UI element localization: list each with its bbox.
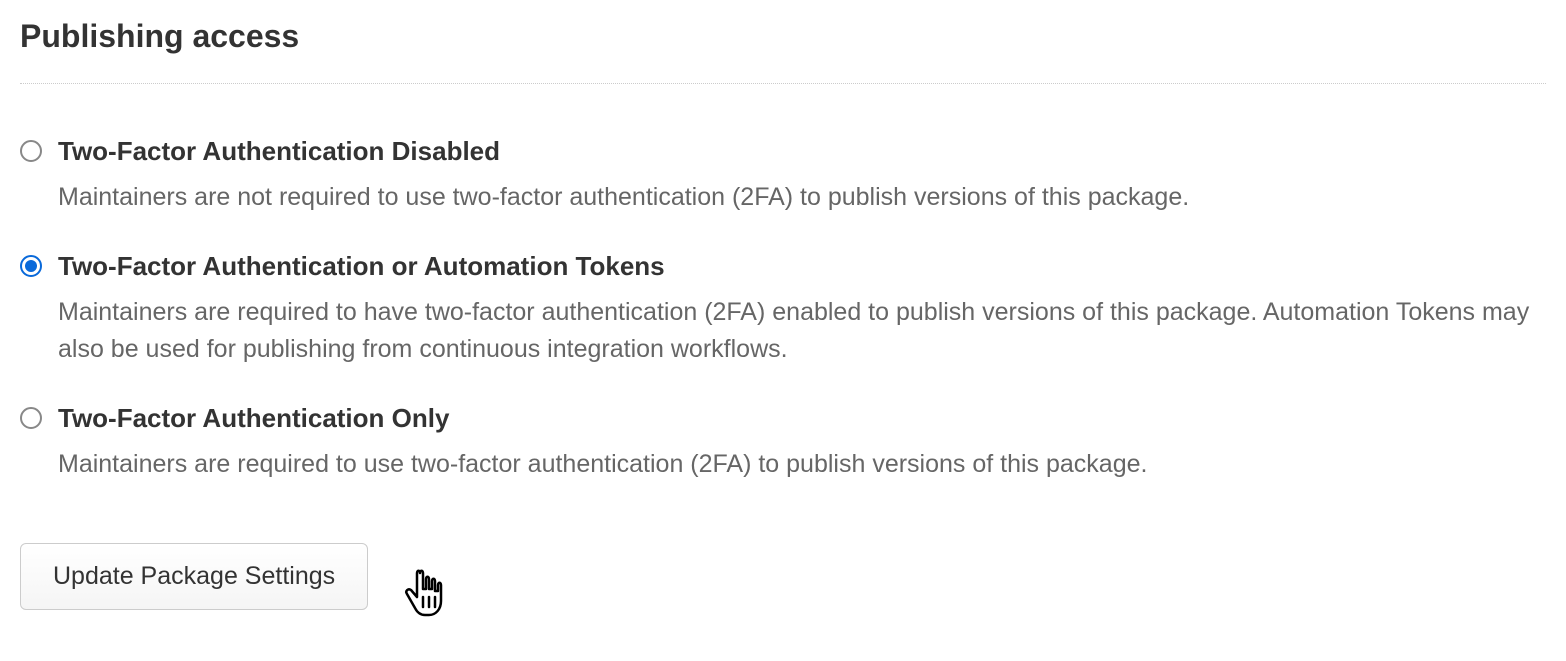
radio-description-tfa-only: Maintainers are required to use two-fact… — [58, 446, 1546, 484]
radio-option-tfa-or-automation: Two-Factor Authentication or Automation … — [20, 249, 1546, 369]
section-title-publishing-access: Publishing access — [20, 18, 1546, 55]
radio-tfa-only[interactable] — [20, 407, 42, 429]
radio-description-tfa-disabled: Maintainers are not required to use two-… — [58, 179, 1546, 217]
section-divider — [20, 83, 1546, 84]
pointer-cursor-icon — [400, 567, 450, 626]
radio-option-tfa-only: Two-Factor Authentication Only Maintaine… — [20, 401, 1546, 484]
update-package-settings-button[interactable]: Update Package Settings — [20, 543, 368, 610]
publishing-access-radio-group: Two-Factor Authentication Disabled Maint… — [20, 134, 1546, 483]
radio-tfa-or-automation[interactable] — [20, 255, 42, 277]
action-row: Update Package Settings — [20, 543, 1546, 610]
radio-description-tfa-or-automation: Maintainers are required to have two-fac… — [58, 294, 1546, 369]
radio-label-tfa-disabled[interactable]: Two-Factor Authentication Disabled — [58, 134, 1546, 169]
radio-tfa-disabled[interactable] — [20, 140, 42, 162]
radio-label-tfa-only[interactable]: Two-Factor Authentication Only — [58, 401, 1546, 436]
radio-option-tfa-disabled: Two-Factor Authentication Disabled Maint… — [20, 134, 1546, 217]
radio-label-tfa-or-automation[interactable]: Two-Factor Authentication or Automation … — [58, 249, 1546, 284]
